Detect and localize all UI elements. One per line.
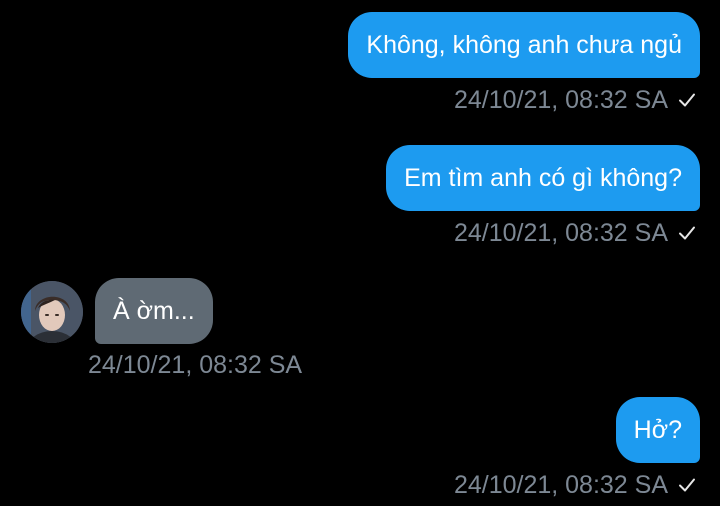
message-timestamp: 24/10/21, 08:32 SA	[88, 351, 303, 379]
message-timestamp: 24/10/21, 08:32 SA	[453, 86, 668, 114]
user-avatar-icon	[21, 281, 83, 343]
message-meta: 24/10/21, 08:32 SA	[454, 470, 696, 500]
checkmark-icon	[679, 478, 695, 492]
avatar[interactable]	[21, 281, 83, 343]
message-timestamp: 24/10/21, 08:32 SA	[453, 219, 668, 247]
message-bubble-sent[interactable]: Hở?	[615, 397, 700, 463]
message-bubble-sent[interactable]: Em tìm anh có gì không?	[386, 145, 700, 211]
checkmark-icon	[679, 226, 695, 240]
message-bubble-sent[interactable]: Không, không anh chưa ngủ	[348, 12, 700, 78]
message-bubble-received[interactable]: À ờm...	[95, 278, 213, 344]
message-meta: 24/10/21, 08:32 SA	[454, 85, 696, 115]
message-meta: 24/10/21, 08:32 SA	[454, 218, 696, 248]
checkmark-icon	[679, 93, 695, 107]
message-timestamp: 24/10/21, 08:32 SA	[453, 471, 668, 499]
